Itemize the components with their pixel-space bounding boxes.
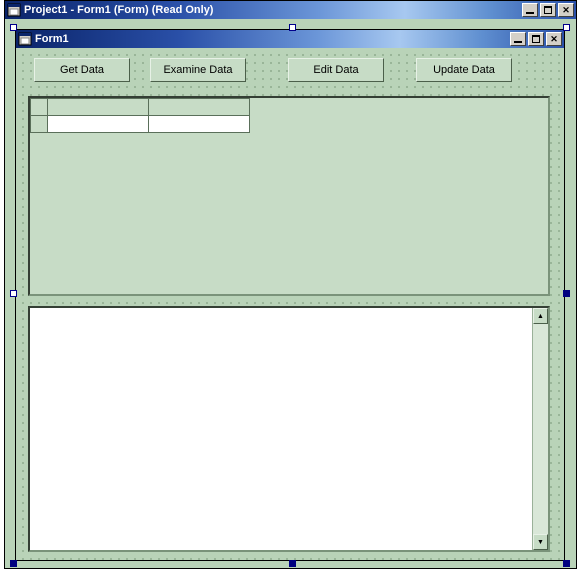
resize-handle-s[interactable] (289, 560, 296, 567)
form-window[interactable]: Form1 Get Data Examine Data Edit Data Up… (15, 29, 565, 561)
form-close-button[interactable] (546, 32, 562, 46)
grid-cell[interactable] (149, 99, 250, 116)
close-button[interactable] (558, 3, 574, 17)
output-textbox[interactable] (28, 306, 550, 552)
data-grid[interactable] (28, 96, 550, 296)
resize-handle-e[interactable] (563, 290, 570, 297)
form-icon (7, 3, 21, 17)
maximize-button[interactable] (540, 3, 556, 17)
grid-cell[interactable] (48, 99, 149, 116)
designer-window: Project1 - Form1 (Form) (Read Only) Form… (4, 0, 577, 569)
get-data-button[interactable]: Get Data (34, 58, 130, 82)
examine-data-button[interactable]: Examine Data (150, 58, 246, 82)
form-title: Form1 (35, 33, 508, 45)
edit-data-button[interactable]: Edit Data (288, 58, 384, 82)
grid-cell[interactable] (48, 116, 149, 133)
designer-titlebar[interactable]: Project1 - Form1 (Form) (Read Only) (5, 1, 576, 19)
resize-handle-se[interactable] (563, 560, 570, 567)
grid-row (31, 116, 250, 133)
grid-cell[interactable] (31, 116, 48, 133)
resize-handle-ne[interactable] (563, 24, 570, 31)
designer-title: Project1 - Form1 (Form) (Read Only) (24, 4, 520, 16)
grid-cell[interactable] (149, 116, 250, 133)
form-design-surface[interactable]: Get Data Examine Data Edit Data Update D… (16, 48, 564, 560)
resize-handle-nw[interactable] (10, 24, 17, 31)
form-window-buttons (508, 32, 562, 46)
designer-window-buttons (520, 3, 574, 17)
resize-handle-n[interactable] (289, 24, 296, 31)
resize-handle-w[interactable] (10, 290, 17, 297)
vertical-scrollbar[interactable] (532, 308, 548, 550)
form-maximize-button[interactable] (528, 32, 544, 46)
form-minimize-button[interactable] (510, 32, 526, 46)
form-icon (18, 32, 32, 46)
update-data-button[interactable]: Update Data (416, 58, 512, 82)
grid-table (30, 98, 250, 133)
minimize-button[interactable] (522, 3, 538, 17)
scroll-down-button[interactable] (533, 534, 548, 550)
grid-cell[interactable] (31, 99, 48, 116)
grid-header-row (31, 99, 250, 116)
form-titlebar[interactable]: Form1 (16, 30, 564, 48)
resize-handle-sw[interactable] (10, 560, 17, 567)
scroll-up-button[interactable] (533, 308, 548, 324)
